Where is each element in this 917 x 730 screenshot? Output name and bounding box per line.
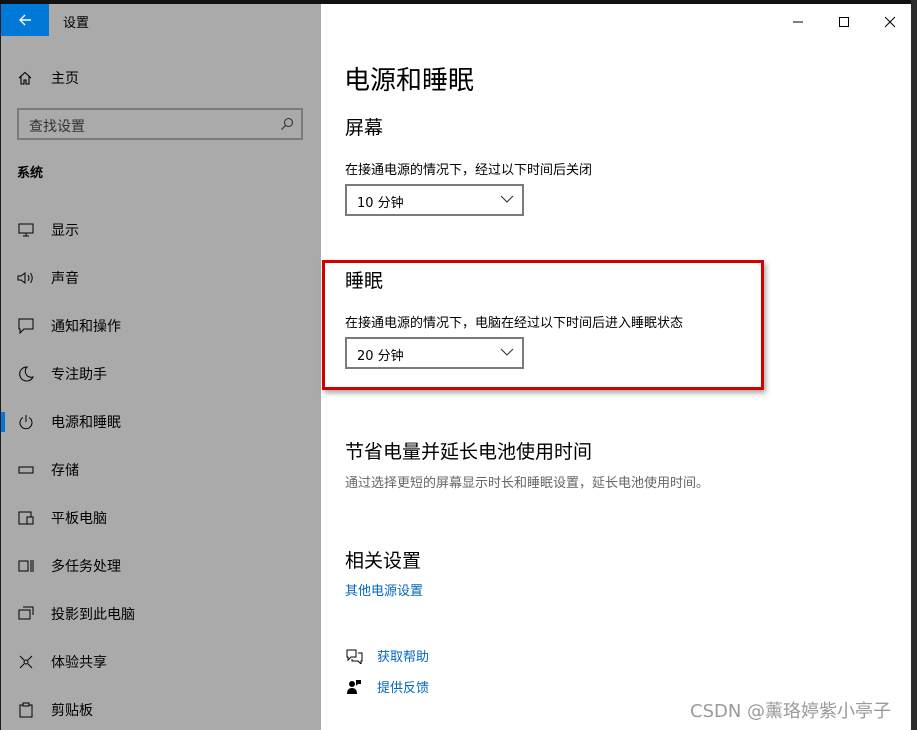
save-power-heading: 节省电量并延长电池使用时间 xyxy=(345,441,593,463)
section-label-system: 系统 xyxy=(17,166,44,181)
screen-heading: 屏幕 xyxy=(345,117,384,139)
sidebar-item-tablet[interactable]: 平板电脑 xyxy=(1,498,321,538)
sidebar-item-multitasking[interactable]: 多任务处理 xyxy=(1,546,321,586)
sidebar: 设置 主页 查找设置 系统 显示 声音 通知和操作 专注助手 电源和睡眠 存储 … xyxy=(1,4,321,730)
save-power-description: 通过选择更短的屏幕显示时长和睡眠设置，延长电池使用时间。 xyxy=(345,476,710,491)
multitask-icon xyxy=(17,557,35,575)
minimize-button[interactable] xyxy=(788,12,808,32)
clipboard-icon xyxy=(17,701,35,719)
sidebar-item-label: 投影到此电脑 xyxy=(51,607,135,623)
sidebar-item-label: 电源和睡眠 xyxy=(51,415,121,431)
sidebar-item-label: 多任务处理 xyxy=(51,559,121,575)
tablet-icon xyxy=(17,509,35,527)
back-arrow-icon xyxy=(19,14,31,26)
sidebar-item-label: 存储 xyxy=(51,463,79,479)
additional-power-settings-link[interactable]: 其他电源设置 xyxy=(345,580,423,599)
storage-icon xyxy=(17,461,35,479)
sidebar-item-label: 显示 xyxy=(51,223,79,239)
sidebar-item-label: 通知和操作 xyxy=(51,319,121,335)
sidebar-item-home[interactable]: 主页 xyxy=(17,66,79,90)
feedback-person-icon xyxy=(345,678,363,696)
close-button[interactable] xyxy=(880,12,900,32)
sidebar-item-label: 声音 xyxy=(51,271,79,287)
monitor-icon xyxy=(17,221,35,239)
home-icon xyxy=(18,71,32,85)
back-button[interactable] xyxy=(1,4,49,36)
speaker-icon xyxy=(17,269,35,287)
sidebar-item-label: 剪贴板 xyxy=(51,703,93,719)
notification-icon xyxy=(17,317,35,335)
share-icon xyxy=(17,653,35,671)
related-settings-heading: 相关设置 xyxy=(345,550,422,572)
sidebar-item-project[interactable]: 投影到此电脑 xyxy=(1,594,321,634)
power-icon xyxy=(17,413,35,431)
project-icon xyxy=(17,605,35,623)
sidebar-item-storage[interactable]: 存储 xyxy=(1,450,321,490)
sidebar-item-clipboard[interactable]: 剪贴板 xyxy=(1,690,321,730)
sidebar-item-label: 体验共享 xyxy=(51,655,107,671)
screen-timeout-dropdown[interactable]: 10 分钟 xyxy=(345,184,524,216)
watermark: CSDN @薰珞婷紫小亭子 xyxy=(690,701,892,722)
page-title: 电源和睡眠 xyxy=(344,66,475,96)
highlight-annotation-box xyxy=(322,260,764,390)
minimize-icon xyxy=(793,21,803,23)
close-icon xyxy=(884,16,896,28)
sidebar-item-label: 主页 xyxy=(51,71,79,87)
sidebar-item-focus-assist[interactable]: 专注助手 xyxy=(1,354,321,394)
get-help-link[interactable]: 获取帮助 xyxy=(377,646,429,665)
search-placeholder: 查找设置 xyxy=(29,119,85,135)
search-input[interactable]: 查找设置 xyxy=(17,108,303,140)
screen-right-edge xyxy=(911,0,917,730)
sidebar-item-label: 平板电脑 xyxy=(51,511,107,527)
moon-icon xyxy=(17,365,35,383)
maximize-button[interactable] xyxy=(834,12,854,32)
feedback-row[interactable]: 提供反馈 xyxy=(345,677,429,696)
get-help-row[interactable]: 获取帮助 xyxy=(345,646,429,665)
sidebar-item-label: 专注助手 xyxy=(51,367,107,383)
sidebar-item-notifications[interactable]: 通知和操作 xyxy=(1,306,321,346)
screen-description: 在接通电源的情况下，经过以下时间后关闭 xyxy=(345,163,593,178)
sidebar-item-sound[interactable]: 声音 xyxy=(1,258,321,298)
sidebar-item-power-sleep[interactable]: 电源和睡眠 xyxy=(1,402,321,442)
app-title: 设置 xyxy=(63,16,90,31)
chevron-down-icon xyxy=(500,195,514,203)
sidebar-item-display[interactable]: 显示 xyxy=(1,210,321,250)
feedback-link[interactable]: 提供反馈 xyxy=(377,677,429,696)
sidebar-item-shared-experiences[interactable]: 体验共享 xyxy=(1,642,321,682)
dropdown-value: 10 分钟 xyxy=(357,196,404,211)
help-chat-icon xyxy=(345,647,363,665)
maximize-icon xyxy=(839,17,849,27)
search-icon xyxy=(281,117,294,130)
